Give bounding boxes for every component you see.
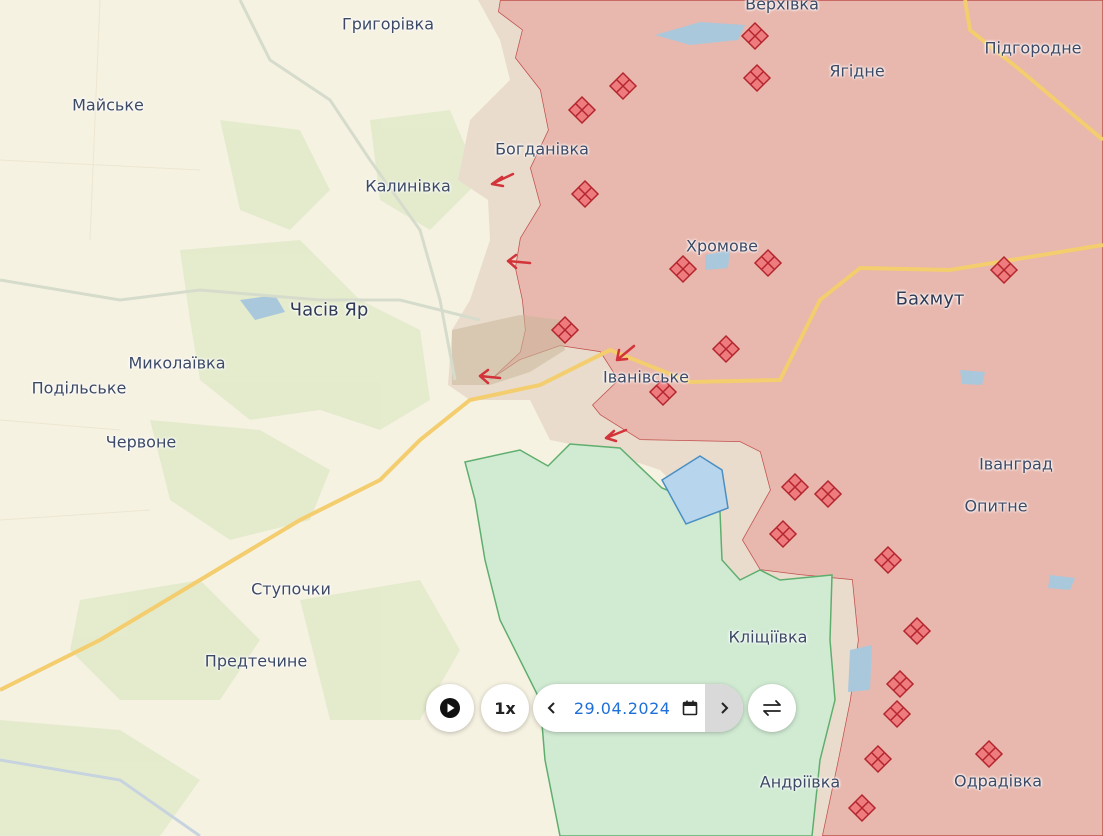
place-bohdanivka[interactable]: Богданівка <box>495 140 589 159</box>
place-odradivka[interactable]: Одрадівка <box>954 772 1042 791</box>
chevron-right-icon <box>721 702 729 714</box>
play-icon <box>440 698 460 718</box>
place-stupochky[interactable]: Ступочки <box>251 580 331 599</box>
date-picker[interactable]: 29.04.2024 <box>533 684 743 732</box>
swap-button[interactable] <box>748 684 796 732</box>
place-kalynivka[interactable]: Калинівка <box>365 177 451 196</box>
play-button[interactable] <box>426 684 474 732</box>
place-hryhorivka[interactable]: Григорівка <box>342 15 434 34</box>
calendar-button[interactable] <box>674 684 706 732</box>
place-mykolaivka[interactable]: Миколаївка <box>128 354 225 373</box>
speed-button[interactable]: 1x <box>481 684 529 732</box>
place-andriivka[interactable]: Андріївка <box>760 773 840 792</box>
speed-label: 1x <box>494 698 516 718</box>
place-opytne[interactable]: Опитне <box>964 497 1027 516</box>
chevron-left-icon <box>547 702 555 714</box>
place-ivanivske[interactable]: Іванівське <box>603 368 689 387</box>
place-khromove[interactable]: Хромове <box>686 237 758 256</box>
place-predtechyne[interactable]: Предтечине <box>205 652 307 671</box>
swap-arrows-icon <box>763 700 781 716</box>
place-verkhivka[interactable]: Верхівка <box>745 0 819 14</box>
place-chasiv-yar[interactable]: Часів Яр <box>290 300 369 321</box>
place-chervone[interactable]: Червоне <box>106 433 177 452</box>
place-podilske[interactable]: Подільське <box>32 379 127 398</box>
place-yahidne[interactable]: Ягідне <box>829 62 884 81</box>
place-ivanhrad[interactable]: Іванград <box>979 455 1053 474</box>
date-input[interactable]: 29.04.2024 <box>571 699 674 718</box>
calendar-icon <box>682 700 697 716</box>
place-klishchiivka[interactable]: Кліщіївка <box>729 628 808 647</box>
place-maiske[interactable]: Майське <box>72 96 144 115</box>
place-pidhorodne[interactable]: Підгородне <box>984 39 1081 58</box>
place-bakhmut[interactable]: Бахмут <box>896 289 965 310</box>
